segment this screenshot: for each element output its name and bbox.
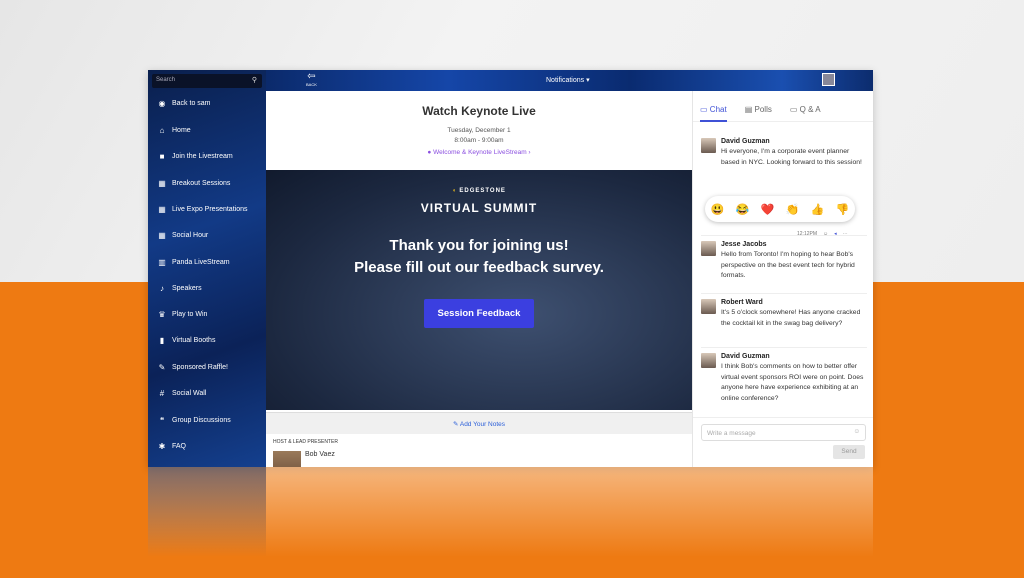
sidebar-item[interactable]: ✱ FAQ (158, 442, 186, 451)
calendar-icon: ▦ (158, 205, 166, 214)
session-time: 8:00am - 9:00am (454, 137, 504, 144)
calendar-icon: ▦ (158, 231, 166, 240)
page-title: Watch Keynote Live (422, 104, 536, 118)
reply-icon[interactable]: ◂ (834, 231, 837, 237)
avatar (701, 138, 716, 153)
top-bar: ⇦ BACK Notifications ▾ (266, 70, 873, 91)
chat-panel: ▭ Chat ▤ Polls ▭ Q & A David Guzman Hi ev… (692, 91, 873, 467)
notifications-dropdown[interactable]: Notifications ▾ (546, 76, 590, 84)
reaction-option[interactable]: ❤️ (761, 203, 775, 216)
video-player[interactable]: ◖ EDGESTONE VIRTUAL SUMMIT Thank you for… (266, 170, 692, 410)
video-icon: ■ (159, 152, 165, 161)
avatar (701, 241, 716, 256)
sidebar-item[interactable]: ▮ Virtual Booths (158, 336, 216, 345)
reaction-option[interactable]: 👏 (786, 203, 800, 216)
back-arrow-icon: ⇦ (307, 71, 316, 82)
search-input[interactable]: Search ⚲ (152, 74, 262, 88)
send-button[interactable]: Send (833, 445, 865, 459)
tab-chat[interactable]: ▭ Chat (700, 105, 727, 122)
microphone-icon: ♪ (160, 284, 164, 293)
sidebar-item[interactable]: ▦ Live Expo Presentations (158, 205, 247, 214)
host-name[interactable]: Bob Vaez (305, 451, 335, 467)
survey-text: Please fill out our feedback survey. (354, 259, 604, 276)
app-window: Search ⚲ ◉ Back to sam ⌂ Home ■ Join the Lives… (148, 70, 873, 467)
divider (701, 293, 867, 294)
qa-icon: ▭ (789, 105, 798, 114)
more-icon[interactable]: ⋯ (843, 231, 848, 237)
sidebar-item[interactable]: ▦ Social Hour (158, 231, 208, 240)
back-circle-icon: ◉ (158, 99, 166, 108)
sidebar-item[interactable]: ◉ Back to sam (158, 99, 211, 108)
reaction-picker: 😃 😂 ❤️ 👏 👍 👎 (705, 196, 855, 222)
sidebar-item[interactable]: ✎ Sponsored Raffle! (158, 363, 228, 372)
emoji-react-icon[interactable]: ☺ (823, 231, 828, 237)
tab-qa[interactable]: ▭ Q & A (790, 105, 821, 121)
reflection (148, 467, 873, 557)
gear-icon: ✱ (158, 442, 166, 451)
home-icon: ⌂ (159, 126, 165, 135)
message-input[interactable]: Write a message ☺ (701, 424, 866, 441)
search-icon[interactable]: ⚲ (252, 76, 257, 84)
sidebar-item[interactable]: ▥ Panda LiveStream (158, 258, 229, 267)
magic-icon: ✎ (158, 363, 166, 372)
main-content: Watch Keynote Live Tuesday, December 1 8:… (266, 91, 692, 467)
avatar (701, 299, 716, 314)
chat-message: Robert Ward It's 5 o'clock somewhere! Has… (701, 299, 867, 329)
user-avatar[interactable] (822, 73, 835, 86)
sidebar-item[interactable]: ♛ Play to Win (158, 310, 207, 319)
host-section: HOST & LEAD PRESENTER Bob Vaez (266, 434, 692, 467)
sidebar-item[interactable]: # Social Wall (158, 389, 207, 398)
reaction-option[interactable]: 😃 (711, 203, 725, 216)
brand-logo-icon: ◖ (452, 188, 457, 194)
film-icon: ▥ (158, 258, 166, 267)
sidebar-item[interactable]: ❝ Group Discussions (158, 416, 231, 425)
trophy-icon: ♛ (158, 310, 166, 319)
poll-icon: ▤ (744, 105, 753, 114)
brand-name: EDGESTONE (459, 188, 506, 194)
bookmark-icon: ▮ (159, 336, 165, 345)
session-header: Watch Keynote Live Tuesday, December 1 8:… (266, 91, 692, 170)
session-feedback-button[interactable]: Session Feedback (423, 299, 535, 328)
thanks-text: Thank you for joining us! (389, 237, 569, 254)
reaction-option[interactable]: 👎 (836, 203, 850, 216)
add-notes-button[interactable]: ✎ Add Your Notes (266, 412, 692, 434)
avatar (701, 353, 716, 368)
divider (701, 347, 867, 348)
reaction-option[interactable]: 😂 (736, 203, 750, 216)
chat-message: David Guzman I think Bob's comments on ho… (701, 353, 867, 404)
sidebar-item[interactable]: ⌂ Home (158, 126, 191, 135)
tab-polls[interactable]: ▤ Polls (745, 105, 772, 121)
hashtag-icon: # (159, 389, 165, 398)
emoji-icon[interactable]: ☺ (853, 428, 860, 435)
sidebar-item[interactable]: ▦ Breakout Sessions (158, 179, 230, 188)
reaction-option[interactable]: 👍 (811, 203, 825, 216)
chat-message: David Guzman Hi everyone, I'm a corporate… (701, 138, 867, 168)
divider (693, 417, 873, 418)
back-button[interactable]: ⇦ BACK (306, 71, 317, 88)
host-heading: HOST & LEAD PRESENTER (273, 439, 338, 445)
chat-icon: ▭ (700, 105, 708, 114)
comments-icon: ❝ (159, 416, 165, 425)
chat-message: Jesse Jacobs Hello from Toronto! I'm hopi… (701, 241, 867, 282)
session-link[interactable]: ● Welcome & Keynote LiveStream › (266, 149, 692, 156)
sidebar-item[interactable]: ■ Join the Livestream (158, 152, 233, 161)
event-name: VIRTUAL SUMMIT (420, 201, 538, 215)
host-avatar (273, 451, 301, 467)
session-date: Tuesday, December 1 (447, 127, 511, 134)
calendar-icon: ▦ (158, 179, 166, 188)
message-meta: 12:12PM ☺ ◂ ⋯ (797, 231, 848, 237)
edit-icon: ✎ (452, 421, 459, 428)
sidebar-item[interactable]: ♪ Speakers (158, 284, 202, 293)
sidebar: Search ⚲ ◉ Back to sam ⌂ Home ■ Join the Lives… (148, 70, 266, 467)
